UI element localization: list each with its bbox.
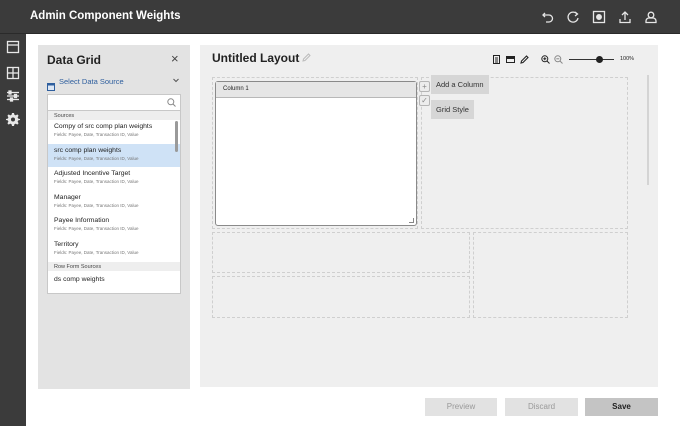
- pencil-icon[interactable]: [520, 55, 529, 64]
- zoom-label: 100%: [620, 56, 635, 62]
- column-container[interactable]: Column 1: [215, 81, 417, 226]
- left-rail: [0, 34, 26, 426]
- item-fields: Fields: Payee, Date, Transaction ID, Val…: [54, 226, 139, 231]
- item-title: Compy of src comp plan weights: [54, 123, 153, 130]
- edit-title-icon[interactable]: [302, 53, 311, 62]
- grid-cell[interactable]: [212, 276, 470, 318]
- database-icon: [47, 78, 55, 91]
- add-icon[interactable]: +: [419, 81, 430, 92]
- item-fields: Fields: Payee, Date, Transaction ID, Val…: [54, 202, 139, 208]
- save-button[interactable]: Save: [585, 398, 658, 416]
- layout-icon[interactable]: [6, 40, 20, 54]
- grid-style-button[interactable]: Grid Style: [431, 100, 474, 119]
- discard-button[interactable]: Discard: [505, 398, 578, 416]
- zoom-slider-thumb[interactable]: [595, 56, 603, 63]
- canvas-scrollbar[interactable]: [647, 75, 649, 185]
- settings-icon[interactable]: [6, 112, 20, 126]
- item-title: src comp plan weights: [54, 146, 122, 154]
- list-scrollbar[interactable]: [175, 121, 178, 152]
- layout-title: Untitled Layout: [212, 51, 300, 65]
- list-item[interactable]: ds comp weights: [48, 271, 180, 283]
- select-data-source-dropdown[interactable]: Select Data Source: [47, 76, 181, 91]
- card-icon[interactable]: [506, 55, 515, 64]
- data-grid-panel: Data Grid × Select Data Source Sources C…: [38, 45, 190, 389]
- panel-title: Data Grid: [47, 53, 102, 67]
- column-header: Column 1: [216, 82, 416, 98]
- item-title: Payee Information: [54, 217, 110, 224]
- data-source-list[interactable]: Sources Compy of src comp plan weights F…: [47, 111, 181, 294]
- item-fields: Fields: Payee, Date, Transaction ID, Val…: [54, 179, 139, 184]
- search-box: [47, 94, 181, 111]
- resize-handle[interactable]: [409, 218, 414, 223]
- document-icon[interactable]: [492, 55, 501, 64]
- zoom-in-icon[interactable]: [541, 55, 550, 64]
- search-icon[interactable]: [167, 98, 176, 107]
- item-fields: Fields: Payee, Date, Transaction ID, Val…: [54, 132, 139, 137]
- list-item[interactable]: Compy of src comp plan weights Fields: P…: [48, 120, 180, 144]
- item-title: Manager: [54, 193, 81, 201]
- item-title: Territory: [54, 240, 79, 248]
- check-icon[interactable]: ✓: [419, 95, 430, 106]
- sliders-icon[interactable]: [6, 89, 20, 103]
- list-item[interactable]: Adjusted Incentive Target Fields: Payee,…: [48, 167, 180, 191]
- undo-icon[interactable]: [541, 10, 555, 24]
- chevron-down-icon: [172, 76, 180, 86]
- item-title: Adjusted Incentive Target: [54, 170, 131, 177]
- layout-canvas: Untitled Layout 100% Column 1 + ✓ Add a …: [200, 45, 658, 387]
- user-icon[interactable]: [644, 10, 658, 24]
- item-fields: Fields: Payee, Date, Transaction ID, Val…: [54, 155, 139, 161]
- list-item-selected[interactable]: src comp plan weights Fields: Payee, Dat…: [48, 143, 180, 167]
- grid-cell[interactable]: [212, 232, 470, 273]
- list-section-header: Sources: [48, 111, 180, 120]
- record-icon[interactable]: [592, 10, 606, 24]
- grid-icon[interactable]: [6, 66, 20, 80]
- select-data-source-label: Select Data Source: [59, 77, 124, 86]
- list-item[interactable]: Manager Fields: Payee, Date, Transaction…: [48, 191, 180, 215]
- app-title: Admin Component Weights: [30, 10, 181, 22]
- search-input[interactable]: [52, 97, 162, 109]
- zoom-out-icon[interactable]: [554, 55, 563, 64]
- add-column-button[interactable]: Add a Column: [431, 75, 489, 94]
- upload-icon[interactable]: [618, 10, 632, 24]
- grid-cell[interactable]: [473, 232, 628, 318]
- redo-icon[interactable]: [566, 10, 580, 24]
- close-icon[interactable]: ×: [171, 52, 179, 65]
- list-item[interactable]: Territory Fields: Payee, Date, Transacti…: [48, 238, 180, 262]
- top-bar: Admin Component Weights: [0, 0, 680, 34]
- zoom-slider-track[interactable]: [569, 59, 614, 60]
- item-fields: Fields: Payee, Date, Transaction ID, Val…: [54, 249, 139, 255]
- list-section-header: Row Form Sources: [48, 262, 180, 271]
- list-item[interactable]: Payee Information Fields: Payee, Date, T…: [48, 214, 180, 238]
- preview-button[interactable]: Preview: [425, 398, 497, 416]
